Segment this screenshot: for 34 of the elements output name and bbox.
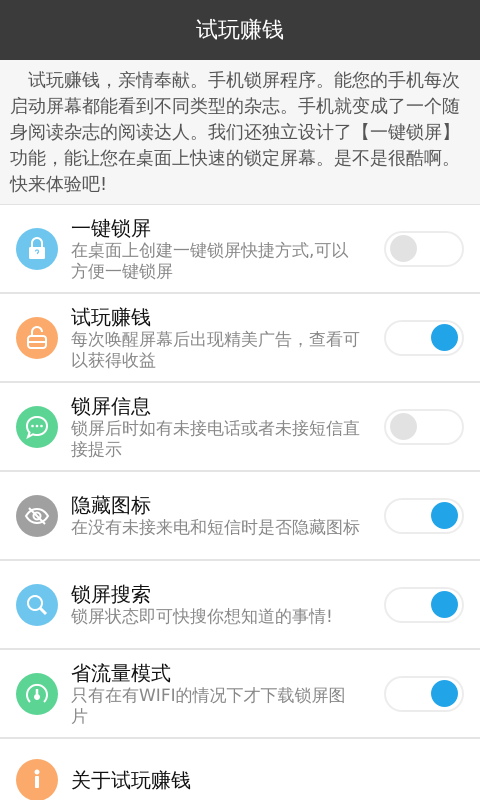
- toggle-switch[interactable]: [384, 676, 464, 712]
- setting-row[interactable]: 省流量模式 只有在有WIFI的情况下才下载锁屏图片: [0, 650, 480, 739]
- setting-title: 隐藏图标: [71, 492, 152, 518]
- toggle-switch[interactable]: [384, 498, 464, 534]
- setting-row[interactable]: 锁屏搜索 锁屏状态即可快搜你想知道的事情!: [0, 561, 480, 650]
- setting-row[interactable]: 隐藏图标 在没有未接来电和短信时是否隐藏图标: [0, 472, 480, 561]
- setting-title: 试玩赚钱: [71, 304, 152, 330]
- setting-row[interactable]: 锁屏信息 锁屏后时如有未接电话或者未接短信直接提示: [0, 383, 480, 472]
- intro-paragraph: 试玩赚钱，亲情奉献。手机锁屏程序。能您的手机每次启动屏幕都能看到不同类型的杂志。手机就变成了一个随身阅读杂志的阅读达人。我们还独立设计了【一键锁屏】功能，能让您在桌面上快速的锁定屏幕。是不是很酷啊。快来体验吧!: [10, 69, 461, 197]
- setting-description: 锁屏状态即可快搜你想知道的事情!: [71, 607, 334, 628]
- setting-title: 一键锁屏: [71, 214, 152, 240]
- gauge-icon: [16, 672, 58, 714]
- setting-title: 省流量模式: [71, 660, 172, 686]
- setting-description: 在没有未接来电和短信时是否隐藏图标: [71, 518, 360, 539]
- hidden-eye-icon: [16, 494, 58, 536]
- toggle-switch[interactable]: [384, 230, 464, 266]
- setting-title: 锁屏信息: [71, 392, 152, 418]
- setting-row[interactable]: 一键锁屏 在桌面上创建一键锁屏快捷方式,可以方便一键锁屏: [0, 205, 480, 294]
- about-row[interactable]: 关于试玩赚钱: [0, 739, 480, 800]
- open-padlock-icon: [16, 316, 58, 358]
- setting-title: 关于试玩赚钱: [71, 767, 192, 793]
- setting-row[interactable]: 试玩赚钱 每次唤醒屏幕后出现精美广告，查看可以获得收益: [0, 294, 480, 383]
- search-icon: [16, 584, 58, 626]
- chat-bubble-icon: [16, 406, 58, 448]
- toggle-switch[interactable]: [384, 408, 464, 444]
- app-title: 试玩赚钱: [196, 17, 284, 45]
- toggle-switch[interactable]: [384, 586, 464, 622]
- setting-description: 每次唤醒屏幕后出现精美广告，查看可以获得收益: [71, 330, 360, 372]
- setting-description: 锁屏后时如有未接电话或者未接短信直接提示: [71, 418, 360, 460]
- padlock-icon: [16, 228, 58, 270]
- toggle-switch[interactable]: [384, 320, 464, 356]
- setting-title: 锁屏搜索: [71, 581, 152, 607]
- setting-description: 在桌面上创建一键锁屏快捷方式,可以方便一键锁屏: [71, 240, 350, 282]
- setting-description: 只有在有WIFI的情况下才下载锁屏图片: [71, 686, 347, 728]
